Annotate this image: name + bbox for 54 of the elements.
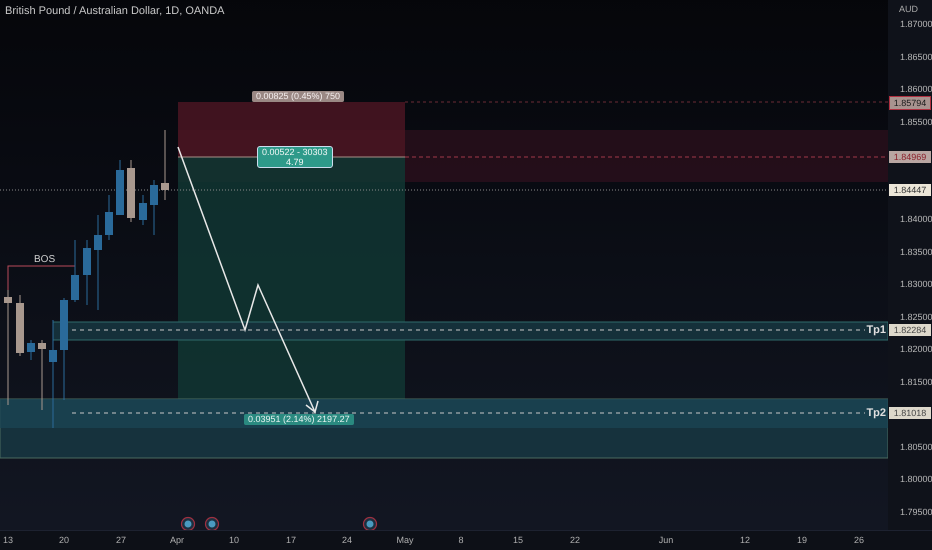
price-tick: 1.85500 [900, 116, 932, 128]
candlestick [27, 340, 35, 360]
price-tick: 1.80000 [900, 474, 932, 485]
price-tick: 1.80500 [900, 442, 932, 452]
bos-label: BOS [34, 253, 56, 267]
price-tick: 1.83500 [900, 246, 932, 258]
time-label: 26 [854, 534, 864, 547]
price-tick: 1.82500 [900, 312, 932, 322]
chart-title: British Pound / Australian Dollar, 1D, OANDA [5, 4, 224, 19]
price-tick: 1.79500 [900, 506, 932, 518]
price-label: 1.82284 [889, 324, 931, 336]
candlestick [38, 340, 46, 410]
time-label: 15 [513, 534, 523, 547]
take-profit-label: Tp1 [866, 323, 886, 337]
candlestick [150, 180, 158, 236]
price-tick: 1.87000 [900, 19, 932, 30]
price-tick: 1.86000 [900, 84, 932, 95]
time-label: 19 [797, 534, 807, 547]
currency-label: AUD [899, 3, 918, 16]
time-label: 8 [458, 534, 464, 547]
time-label: 20 [59, 534, 69, 547]
price-tick: 1.86500 [900, 52, 932, 62]
price-tick: 1.82000 [900, 344, 932, 355]
bos-line [8, 266, 76, 290]
time-label: May [396, 534, 414, 547]
price-label: 1.81018 [889, 407, 931, 419]
time-label: 12 [740, 534, 750, 547]
time-label: 24 [342, 534, 352, 547]
price-label: 1.85794 [889, 96, 931, 110]
take-profit-label: Tp2 [866, 406, 886, 420]
candlestick [16, 294, 24, 356]
time-label: 27 [116, 534, 126, 547]
time-label: Apr [170, 534, 184, 547]
candlestick [71, 240, 79, 302]
time-label: 22 [570, 534, 580, 547]
time-label: 13 [3, 534, 13, 547]
price-tick: 1.84000 [900, 214, 932, 225]
reward-label: 0.03951 (2.14%) 2197.27 [244, 414, 354, 425]
candlestick [139, 194, 147, 226]
candlestick [116, 160, 124, 216]
price-label: 1.84447 [889, 184, 931, 196]
candlestick [161, 130, 169, 200]
candlestick [127, 160, 135, 222]
candlestick [83, 240, 91, 306]
price-tick: 1.81500 [900, 376, 932, 388]
time-label: 10 [229, 534, 239, 547]
position-text: 0.00522 - 30303 [262, 147, 328, 157]
time-label: 17 [286, 534, 296, 547]
price-tick: 1.83000 [900, 279, 932, 290]
risk-label: 0.00825 (0.45%) 750 [252, 91, 344, 102]
time-label: Jun [658, 534, 674, 547]
position-text: 4.79 [285, 157, 305, 167]
candlestick [105, 194, 113, 240]
price-label: 1.84969 [889, 151, 931, 163]
